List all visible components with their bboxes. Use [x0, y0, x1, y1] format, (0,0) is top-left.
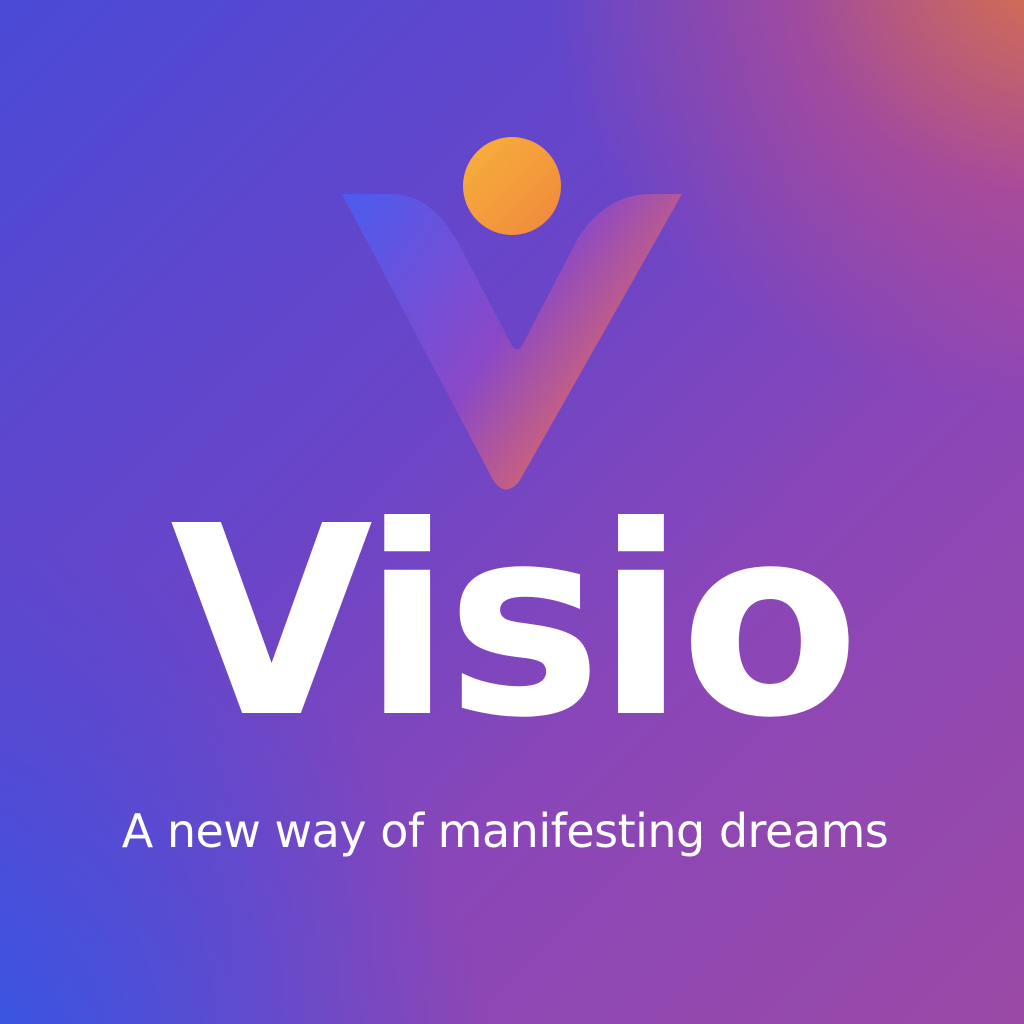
- brand-name: Visio: [170, 470, 860, 775]
- logo-dot: [463, 137, 561, 235]
- logo-v-shape: [342, 194, 682, 490]
- splash-screen: Visio A new way of manifesting dreams: [0, 0, 1024, 1024]
- tagline: A new way of manifesting dreams: [121, 804, 889, 858]
- logo-icon: [342, 137, 682, 490]
